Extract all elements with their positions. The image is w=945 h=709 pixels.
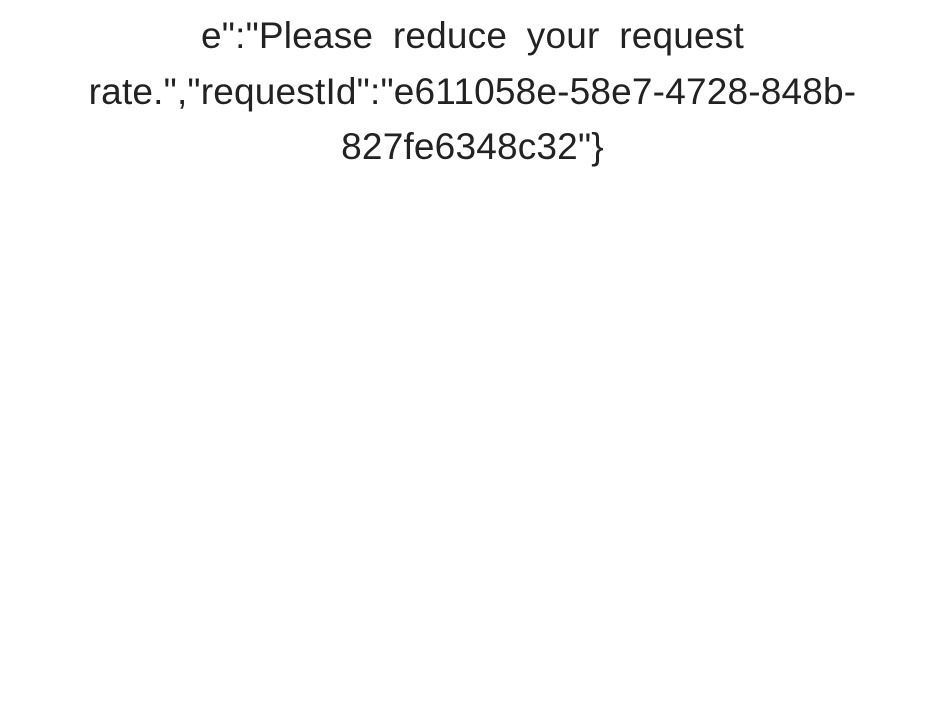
page-container: e":"Please reduce your request rate.","r… bbox=[0, 0, 945, 709]
error-json-text: e":"Please reduce your request rate.","r… bbox=[0, 0, 945, 175]
